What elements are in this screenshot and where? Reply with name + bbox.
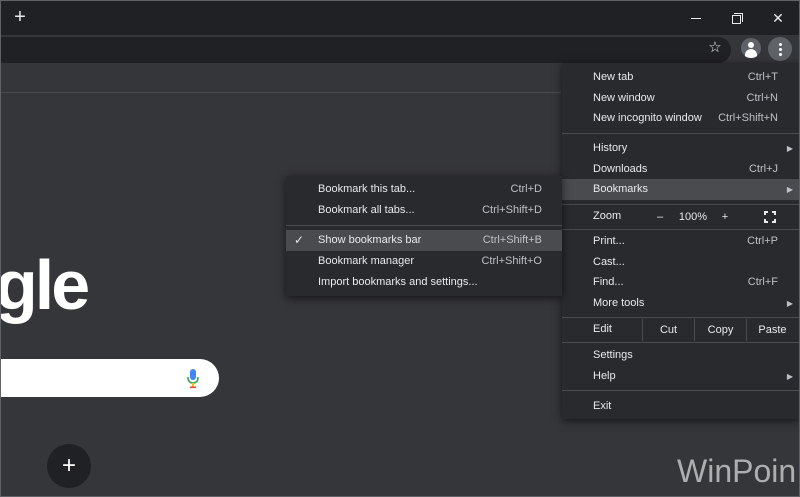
browser-window: + ✕ ☆ gle + WinPoin New tab Ctrl+T New w… bbox=[0, 0, 800, 497]
menu-divider bbox=[562, 390, 799, 391]
chrome-main-menu: New tab Ctrl+T New window Ctrl+N New inc… bbox=[562, 63, 799, 419]
chevron-right-icon: ▶ bbox=[786, 144, 793, 153]
checkmark-icon: ✓ bbox=[294, 233, 305, 247]
toolbar: ☆ bbox=[1, 35, 799, 65]
bookmark-star-icon[interactable]: ☆ bbox=[706, 39, 724, 57]
menu-divider bbox=[562, 342, 799, 343]
menu-divider bbox=[562, 133, 799, 134]
submenu-item-bookmark-tab[interactable]: Bookmark this tab... Ctrl+D bbox=[286, 179, 562, 200]
menu-item-help[interactable]: Help ▶ bbox=[562, 366, 799, 387]
address-bar[interactable] bbox=[1, 37, 731, 63]
submenu-divider bbox=[286, 225, 562, 226]
menu-item-cast[interactable]: Cast... bbox=[562, 252, 799, 273]
submenu-item-import[interactable]: Import bookmarks and settings... bbox=[286, 272, 562, 293]
cut-button[interactable]: Cut bbox=[642, 319, 694, 341]
minimize-icon bbox=[691, 17, 701, 19]
divider bbox=[1, 92, 561, 93]
zoom-level: 100% bbox=[678, 211, 708, 223]
add-shortcut-button[interactable]: + bbox=[47, 444, 91, 488]
menu-divider bbox=[562, 229, 799, 230]
menu-item-new-incognito[interactable]: New incognito window Ctrl+Shift+N bbox=[562, 108, 799, 129]
submenu-item-bookmark-all-tabs[interactable]: Bookmark all tabs... Ctrl+Shift+D bbox=[286, 200, 562, 221]
person-icon bbox=[748, 42, 754, 48]
edit-row: Edit Cut Copy Paste bbox=[562, 319, 799, 341]
menu-item-downloads[interactable]: Downloads Ctrl+J bbox=[562, 159, 799, 180]
menu-item-new-tab[interactable]: New tab Ctrl+T bbox=[562, 67, 799, 88]
menu-item-new-window[interactable]: New window Ctrl+N bbox=[562, 88, 799, 109]
fullscreen-icon[interactable] bbox=[764, 211, 776, 223]
menu-item-print[interactable]: Print... Ctrl+P bbox=[562, 231, 799, 252]
zoom-out-button[interactable]: – bbox=[650, 206, 670, 228]
paste-button[interactable]: Paste bbox=[746, 319, 798, 341]
tab-strip: + ✕ bbox=[1, 1, 799, 35]
close-icon: ✕ bbox=[772, 9, 784, 26]
menu-item-find[interactable]: Find... Ctrl+F bbox=[562, 272, 799, 293]
close-button[interactable]: ✕ bbox=[763, 7, 793, 29]
menu-item-more-tools[interactable]: More tools ▶ bbox=[562, 293, 799, 314]
submenu-item-bookmark-manager[interactable]: Bookmark manager Ctrl+Shift+O bbox=[286, 251, 562, 272]
new-tab-button[interactable]: + bbox=[9, 7, 31, 29]
bookmarks-submenu: Bookmark this tab... Ctrl+D Bookmark all… bbox=[286, 176, 562, 296]
microphone-icon[interactable] bbox=[186, 369, 200, 389]
minimize-button[interactable] bbox=[681, 7, 711, 29]
menu-item-exit[interactable]: Exit bbox=[562, 396, 799, 417]
menu-item-history[interactable]: History ▶ bbox=[562, 138, 799, 159]
copy-button[interactable]: Copy bbox=[694, 319, 746, 341]
chevron-right-icon: ▶ bbox=[786, 185, 793, 194]
submenu-item-show-bookmarks-bar[interactable]: ✓ Show bookmarks bar Ctrl+Shift+B bbox=[286, 230, 562, 251]
menu-divider bbox=[562, 204, 799, 205]
more-vert-icon bbox=[778, 42, 782, 46]
menu-item-settings[interactable]: Settings bbox=[562, 345, 799, 366]
zoom-in-button[interactable]: + bbox=[715, 206, 735, 228]
watermark: WinPoin bbox=[677, 453, 797, 489]
chevron-right-icon: ▶ bbox=[786, 299, 793, 308]
zoom-row: Zoom – 100% + bbox=[562, 206, 799, 228]
chrome-menu-button[interactable] bbox=[768, 37, 792, 61]
chevron-right-icon: ▶ bbox=[786, 372, 793, 381]
profile-avatar-button[interactable] bbox=[741, 38, 761, 58]
menu-item-bookmarks[interactable]: Bookmarks ▶ bbox=[562, 179, 799, 200]
menu-divider bbox=[562, 317, 799, 318]
restore-button[interactable] bbox=[722, 7, 752, 29]
google-logo: gle bbox=[0, 246, 90, 324]
